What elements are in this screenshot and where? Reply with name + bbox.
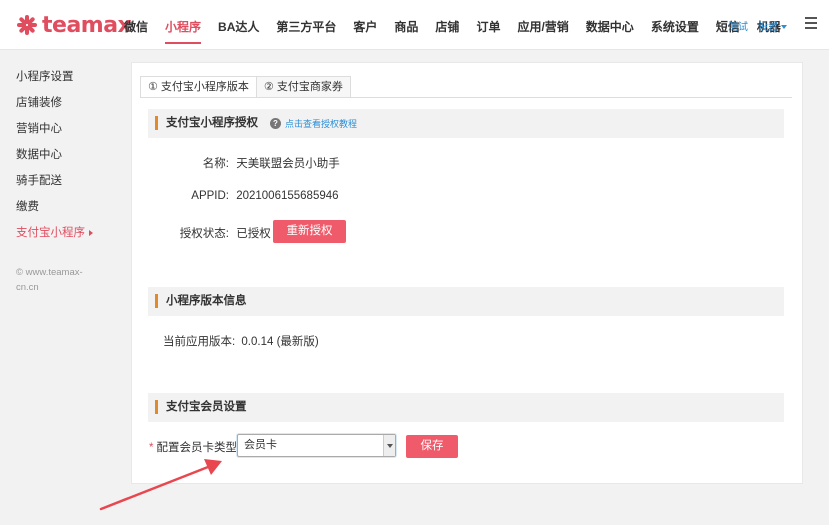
- section-header-version: 小程序版本信息: [148, 287, 784, 316]
- nav-item-store[interactable]: 店铺: [435, 0, 459, 50]
- hamburger-icon[interactable]: [805, 17, 817, 29]
- section-title: 支付宝小程序授权: [166, 117, 258, 129]
- dropdown-arrow-icon[interactable]: [383, 435, 395, 456]
- top-navigation-bar: teamax 微信 小程序 BA达人 第三方平台 客户 商品 店铺 订单 应用/…: [0, 0, 829, 50]
- top-right-actions: 测试 设置: [728, 0, 817, 50]
- card-type-select[interactable]: 会员卡: [237, 434, 396, 457]
- sidebar-item-store-decoration[interactable]: 店铺装修: [16, 94, 62, 110]
- appid-field: APPID: 2021006155685946: [174, 190, 339, 202]
- sidebar: 小程序设置 店铺装修 营销中心 数据中心 骑手配送 缴费 支付宝小程序 © ww…: [0, 51, 112, 525]
- current-version-label: 当前应用版本:: [163, 336, 236, 348]
- required-mark: *: [149, 442, 154, 454]
- section-accent-bar: [155, 294, 158, 308]
- logo[interactable]: teamax: [16, 12, 132, 38]
- card-type-selected-value: 会员卡: [244, 439, 277, 451]
- main-nav: 微信 小程序 BA达人 第三方平台 客户 商品 店铺 订单 应用/营销 数据中心…: [124, 0, 798, 50]
- nav-item-orders[interactable]: 订单: [476, 0, 500, 50]
- sidebar-item-alipay-miniprogram[interactable]: 支付宝小程序: [16, 224, 93, 240]
- current-version-field: 当前应用版本: 0.0.14 (最新版): [163, 333, 319, 349]
- nav-item-goods[interactable]: 商品: [394, 0, 418, 50]
- name-field: 名称: 天美联盟会员小助手: [174, 155, 340, 171]
- sidebar-item-data-center[interactable]: 数据中心: [16, 146, 62, 162]
- nav-item-wechat[interactable]: 微信: [124, 0, 148, 50]
- sidebar-item-miniprogram-settings[interactable]: 小程序设置: [16, 68, 74, 84]
- caret-down-icon: [781, 24, 787, 29]
- help-link-wrap[interactable]: ? 点击查看授权教程: [270, 117, 357, 130]
- auth-tutorial-link[interactable]: 点击查看授权教程: [285, 117, 357, 130]
- settings-label: 设置: [758, 21, 778, 33]
- section-title: 支付宝会员设置: [166, 401, 247, 413]
- reauthorize-button[interactable]: 重新授权: [273, 220, 346, 243]
- section-title: 小程序版本信息: [166, 295, 247, 307]
- tab-alipay-version[interactable]: ① 支付宝小程序版本: [140, 76, 257, 98]
- triangle-right-icon: [89, 229, 93, 236]
- sidebar-item-fees[interactable]: 缴费: [16, 198, 39, 214]
- tab-divider: [140, 97, 792, 98]
- nav-item-system-settings[interactable]: 系统设置: [651, 0, 699, 50]
- section-header-member: 支付宝会员设置: [148, 393, 784, 422]
- section-header-auth: 支付宝小程序授权 ? 点击查看授权教程: [148, 109, 784, 138]
- nav-item-third-party[interactable]: 第三方平台: [276, 0, 336, 50]
- card-type-field: * 配置会员卡类型:: [149, 439, 240, 455]
- settings-dropdown[interactable]: 设置: [758, 18, 787, 33]
- user-link[interactable]: 测试: [728, 18, 748, 33]
- name-value: 天美联盟会员小助手: [236, 158, 340, 170]
- auth-status-label: 授权状态:: [179, 228, 229, 240]
- appid-value: 2021006155685946: [236, 190, 339, 202]
- current-version-value: 0.0.14 (最新版): [241, 336, 319, 348]
- nav-item-customer[interactable]: 客户: [353, 0, 377, 50]
- section-accent-bar: [155, 116, 158, 130]
- question-circle-icon: ?: [270, 118, 281, 129]
- name-label: 名称:: [202, 158, 229, 170]
- nav-item-miniprogram[interactable]: 小程序: [165, 0, 202, 50]
- auth-status-value: 已授权: [236, 228, 271, 240]
- main-panel: ① 支付宝小程序版本 ② 支付宝商家券 支付宝小程序授权 ? 点击查看授权教程 …: [131, 62, 803, 484]
- sidebar-item-rider-delivery[interactable]: 骑手配送: [16, 172, 62, 188]
- card-type-label: 配置会员卡类型:: [156, 442, 241, 454]
- logo-flower-icon: [16, 14, 38, 36]
- section-accent-bar: [155, 400, 158, 414]
- nav-item-apps-marketing[interactable]: 应用/营销: [517, 0, 568, 50]
- tab-bar: ① 支付宝小程序版本 ② 支付宝商家券: [140, 76, 351, 98]
- save-button[interactable]: 保存: [406, 435, 458, 458]
- sidebar-item-label: 支付宝小程序: [16, 227, 85, 239]
- appid-label: APPID:: [191, 190, 229, 202]
- copyright-text: © www.teamax-cn.cn: [16, 267, 83, 293]
- sidebar-item-marketing-center[interactable]: 营销中心: [16, 120, 62, 136]
- logo-text: teamax: [42, 12, 132, 38]
- tab-alipay-merchant-coupon[interactable]: ② 支付宝商家券: [255, 76, 351, 98]
- nav-item-data-center[interactable]: 数据中心: [586, 0, 634, 50]
- auth-status-field: 授权状态: 已授权: [154, 225, 271, 241]
- nav-item-ba[interactable]: BA达人: [218, 0, 259, 50]
